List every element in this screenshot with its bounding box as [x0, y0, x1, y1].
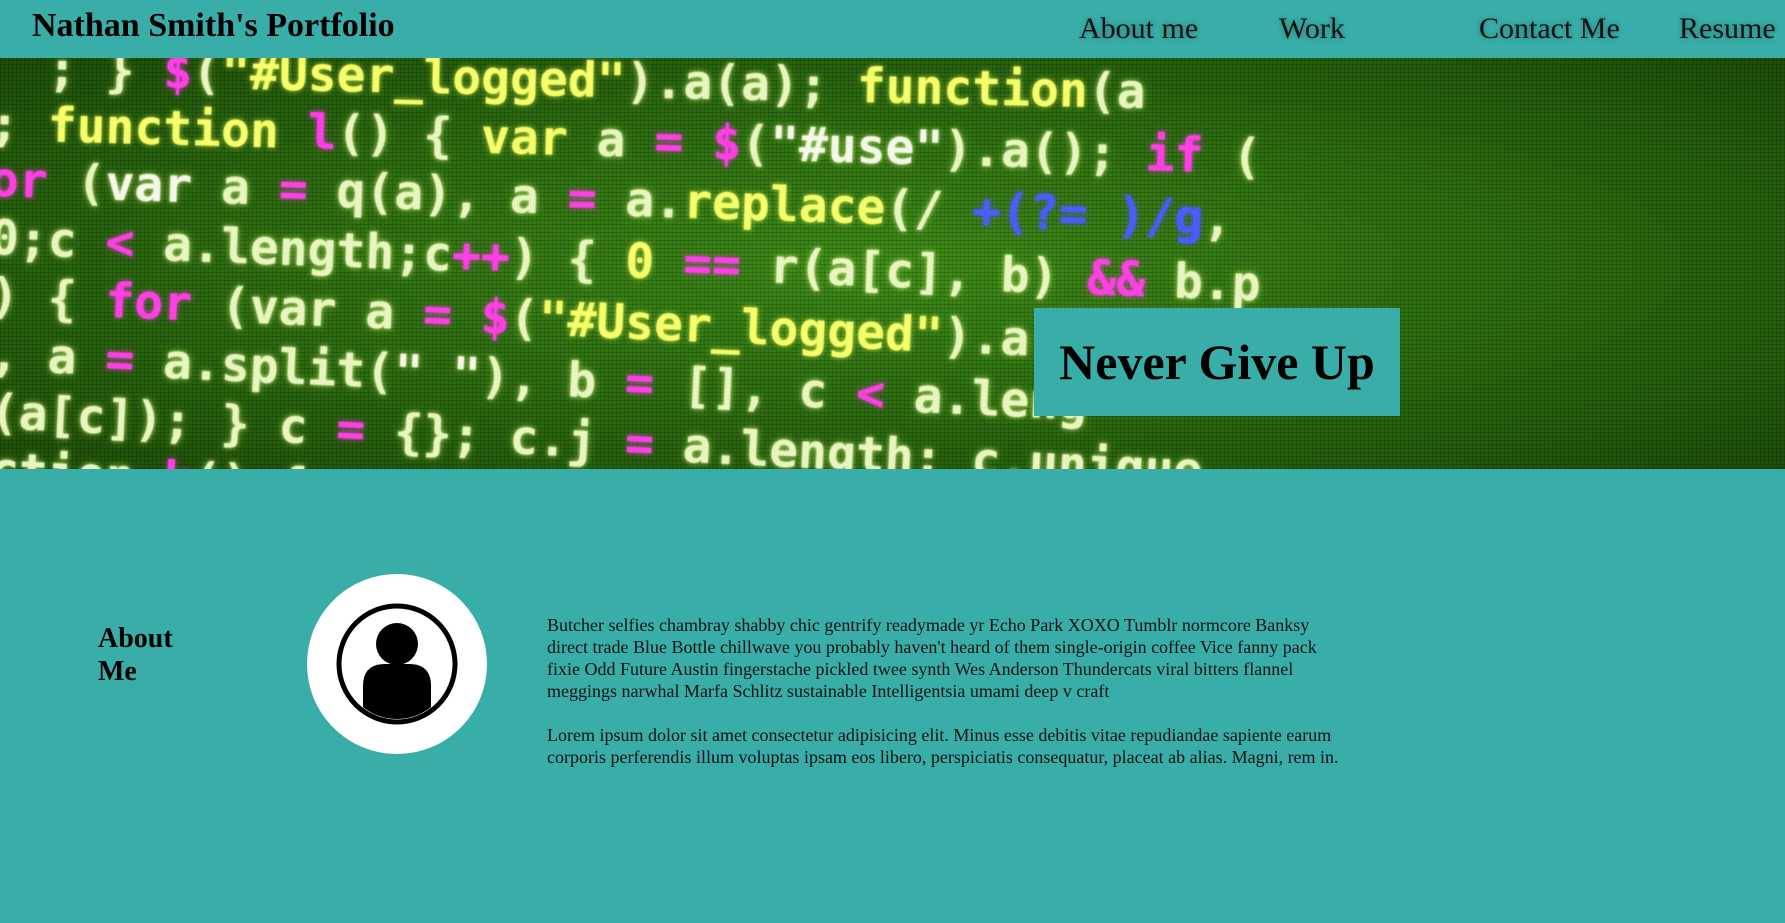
nav-link-resume[interactable]: Resume	[1679, 10, 1776, 48]
about-paragraph: Butcher selfies chambray shabby chic gen…	[547, 615, 1317, 701]
about-text: Butcher selfies chambray shabby chic gen…	[547, 614, 1347, 790]
site-title: Nathan Smith's Portfolio	[32, 7, 395, 44]
nav-link-contact-me[interactable]: Contact Me	[1479, 10, 1620, 48]
avatar	[307, 574, 487, 754]
hero-banner: ; } $("#User_logged").a(a); function(a ;…	[0, 58, 1785, 469]
nav-link-about-me[interactable]: About me	[1079, 10, 1198, 48]
nav-link-work[interactable]: Work	[1279, 10, 1345, 48]
person-silhouette-icon	[336, 603, 458, 725]
about-heading: About Me	[98, 623, 173, 687]
site-header: Nathan Smith's Portfolio About me Work C…	[0, 0, 1785, 58]
about-paragraph: Lorem ipsum dolor sit amet consectetur a…	[547, 725, 1339, 767]
tagline-box: Never Give Up	[1034, 308, 1400, 416]
hero-tagline: Never Give Up	[1059, 334, 1375, 390]
